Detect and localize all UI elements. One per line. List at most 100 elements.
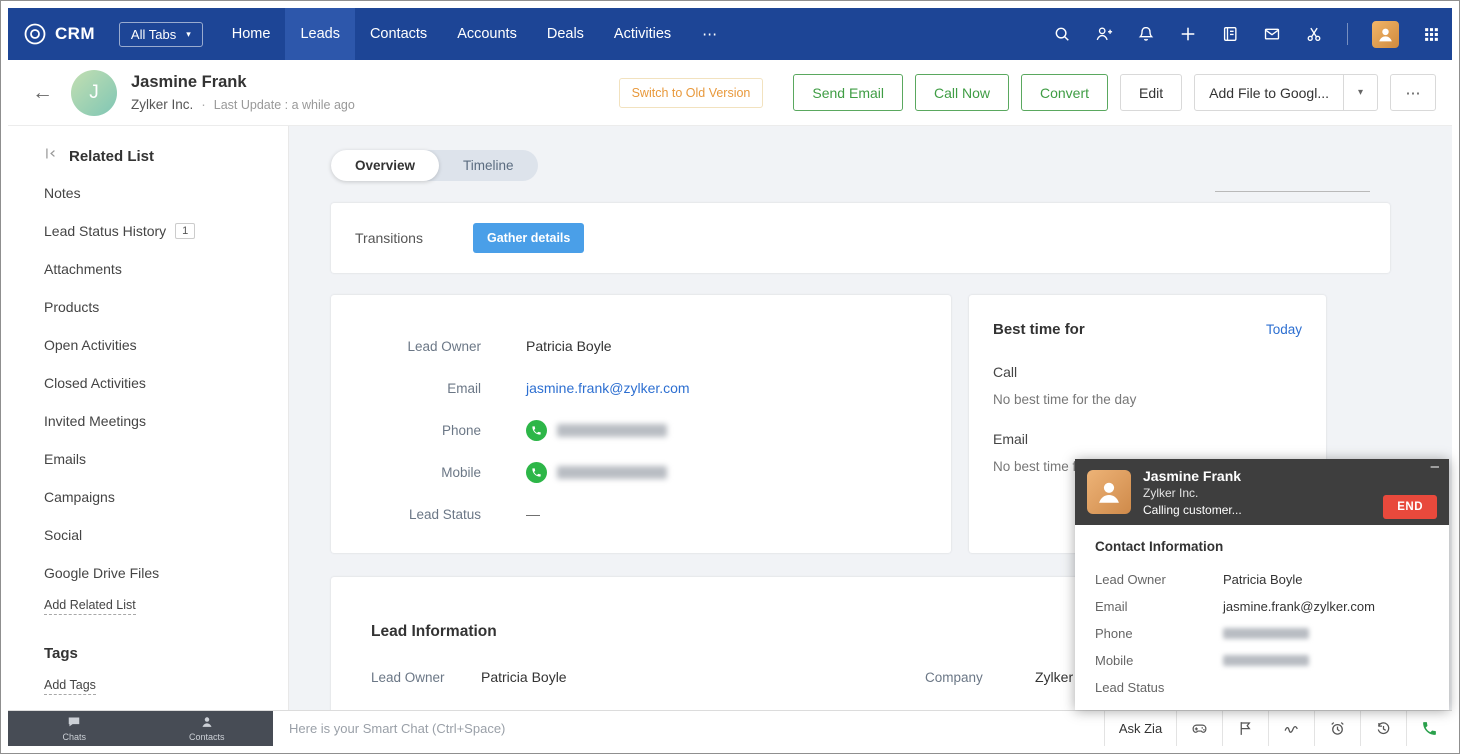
- minimize-popup-icon[interactable]: –: [1431, 459, 1439, 475]
- best-time-call-text: No best time for the day: [993, 392, 1137, 407]
- sidebar-item-products[interactable]: Products: [44, 288, 278, 326]
- lead-avatar[interactable]: J: [71, 69, 117, 116]
- call-popup-header: Jasmine Frank Zylker Inc. Calling custom…: [1075, 459, 1449, 525]
- ask-zia-button[interactable]: Ask Zia: [1104, 711, 1176, 746]
- add-related-list-link[interactable]: Add Related List: [44, 598, 136, 615]
- lead-avatar-letter: J: [89, 81, 99, 103]
- smart-chat-input[interactable]: [273, 711, 1104, 746]
- end-call-button[interactable]: END: [1383, 495, 1437, 519]
- nav-more-button[interactable]: ⋯: [686, 8, 733, 60]
- active-call-popup: Jasmine Frank Zylker Inc. Calling custom…: [1075, 459, 1449, 710]
- calendar-icon[interactable]: [1221, 25, 1239, 43]
- zoho-crm-logo[interactable]: CRM: [22, 21, 95, 47]
- tab-overview[interactable]: Overview: [331, 150, 440, 181]
- chat-bubble-icon: [67, 715, 81, 731]
- popup-row-lead-status: Lead Status: [1095, 680, 1165, 695]
- email-link[interactable]: jasmine.frank@zylker.com: [526, 380, 690, 396]
- nav-item-activities[interactable]: Activities: [599, 8, 686, 60]
- call-contact-avatar: [1087, 470, 1131, 514]
- detail-row-lead-owner: Lead Owner Patricia Boyle: [407, 338, 612, 354]
- transitions-card: Transitions Gather details: [331, 203, 1390, 273]
- call-contact-company: Zylker Inc.: [1143, 485, 1199, 500]
- phone-icon[interactable]: [1406, 711, 1452, 746]
- edit-button[interactable]: Edit: [1120, 74, 1183, 111]
- send-email-button[interactable]: Send Email: [793, 74, 903, 111]
- sidebar-item-open-activities[interactable]: Open Activities: [44, 326, 278, 364]
- nav-item-accounts[interactable]: Accounts: [442, 8, 532, 60]
- apps-grid-icon[interactable]: [1423, 26, 1440, 43]
- sidebar-item-notes[interactable]: Notes: [44, 174, 278, 212]
- lead-info-lead-owner: Lead Owner Patricia Boyle: [371, 669, 567, 685]
- gather-details-button[interactable]: Gather details: [473, 223, 585, 253]
- partially-visible-field-divider: [1215, 191, 1370, 192]
- sidebar-item-campaigns[interactable]: Campaigns: [44, 478, 278, 516]
- module-tabs: Home Leads Contacts Accounts Deals Activ…: [217, 8, 733, 60]
- call-status-text: Calling customer...: [1143, 502, 1242, 517]
- nav-utility-icons: [1053, 20, 1440, 48]
- sidebar-item-closed-activities[interactable]: Closed Activities: [44, 364, 278, 402]
- contact-information-title: Contact Information: [1095, 539, 1224, 554]
- record-header: ← J Jasmine Frank Zylker Inc. · Last Upd…: [8, 60, 1452, 126]
- switch-to-old-version-button[interactable]: Switch to Old Version: [618, 77, 764, 108]
- chats-tab[interactable]: Chats: [8, 711, 141, 746]
- contacts-tab[interactable]: Contacts: [141, 711, 274, 746]
- detail-row-mobile: Mobile: [331, 451, 951, 493]
- last-update-text: Last Update : a while ago: [213, 97, 355, 112]
- mail-icon[interactable]: [1263, 25, 1281, 43]
- phone-call-icon[interactable]: [526, 419, 547, 441]
- sidebar-item-attachments[interactable]: Attachments: [44, 250, 278, 288]
- add-tags-link[interactable]: Add Tags: [44, 678, 96, 695]
- sidebar-item-social[interactable]: Social: [44, 516, 278, 554]
- setup-tools-icon[interactable]: [1305, 25, 1323, 43]
- header-more-actions-button[interactable]: ⋯: [1390, 74, 1436, 111]
- collapse-sidebar-icon[interactable]: [44, 146, 59, 166]
- today-link[interactable]: Today: [1266, 322, 1302, 337]
- add-file-to-google-button[interactable]: Add File to Googl...: [1195, 75, 1343, 110]
- transitions-label: Transitions: [355, 230, 423, 246]
- lead-company: Zylker Inc.: [131, 97, 194, 112]
- nav-item-contacts[interactable]: Contacts: [355, 8, 442, 60]
- best-time-email-label: Email: [993, 431, 1029, 447]
- sidebar-item-invited-meetings[interactable]: Invited Meetings: [44, 402, 278, 440]
- nav-item-leads[interactable]: Leads: [285, 8, 355, 60]
- back-button[interactable]: ←: [28, 81, 57, 105]
- popup-phone-blurred: [1223, 628, 1309, 639]
- lead-quick-details-card: Lead Owner Patricia Boyle Email jasmine.…: [331, 295, 951, 553]
- game-controller-icon[interactable]: [1176, 711, 1222, 746]
- sidebar-item-google-drive-files[interactable]: Google Drive Files: [44, 554, 278, 592]
- related-list-title: Related List: [69, 147, 155, 165]
- call-now-button[interactable]: Call Now: [914, 74, 1009, 111]
- popup-row-email: Email jasmine.frank@zylker.com: [1095, 599, 1375, 614]
- notifications-bell-icon[interactable]: [1137, 25, 1155, 43]
- chevron-down-icon: ▾: [186, 28, 191, 39]
- search-icon[interactable]: [1053, 25, 1071, 43]
- detail-row-email: Email jasmine.frank@zylker.com: [447, 380, 690, 396]
- invite-users-icon[interactable]: [1095, 25, 1113, 43]
- sidebar-item-emails[interactable]: Emails: [44, 440, 278, 478]
- crm-logo-icon: [22, 21, 48, 47]
- call-popup-body: Contact Information Lead Owner Patricia …: [1075, 525, 1449, 701]
- best-time-title: Best time for: [993, 321, 1085, 338]
- top-navigation-bar: CRM All Tabs ▾ Home Leads Contacts Accou…: [8, 8, 1452, 60]
- zoho-crm-app: CRM All Tabs ▾ Home Leads Contacts Accou…: [8, 8, 1452, 746]
- popup-row-phone: Phone: [1095, 620, 1449, 647]
- alarm-clock-icon[interactable]: [1314, 711, 1360, 746]
- mobile-call-icon[interactable]: [526, 461, 547, 483]
- nav-item-home[interactable]: Home: [217, 8, 286, 60]
- tab-timeline[interactable]: Timeline: [439, 150, 538, 181]
- convert-button[interactable]: Convert: [1021, 74, 1109, 111]
- quick-create-plus-icon[interactable]: [1179, 25, 1197, 43]
- detail-row-phone: Phone: [331, 409, 951, 451]
- sidebar-item-lead-status-history[interactable]: Lead Status History 1: [44, 212, 278, 250]
- zia-icon[interactable]: [1268, 711, 1314, 746]
- nav-item-deals[interactable]: Deals: [532, 8, 599, 60]
- add-file-chevron-down-icon[interactable]: ▾: [1343, 75, 1377, 110]
- browser-window: CRM All Tabs ▾ Home Leads Contacts Accou…: [0, 0, 1460, 754]
- profile-avatar[interactable]: [1372, 20, 1399, 48]
- flag-icon[interactable]: [1222, 711, 1268, 746]
- detail-row-lead-status: Lead Status —: [408, 506, 540, 522]
- tags-section-title: Tags: [44, 645, 78, 662]
- history-icon[interactable]: [1360, 711, 1406, 746]
- popup-row-lead-owner: Lead Owner Patricia Boyle: [1095, 572, 1303, 587]
- all-tabs-dropdown[interactable]: All Tabs ▾: [118, 21, 203, 47]
